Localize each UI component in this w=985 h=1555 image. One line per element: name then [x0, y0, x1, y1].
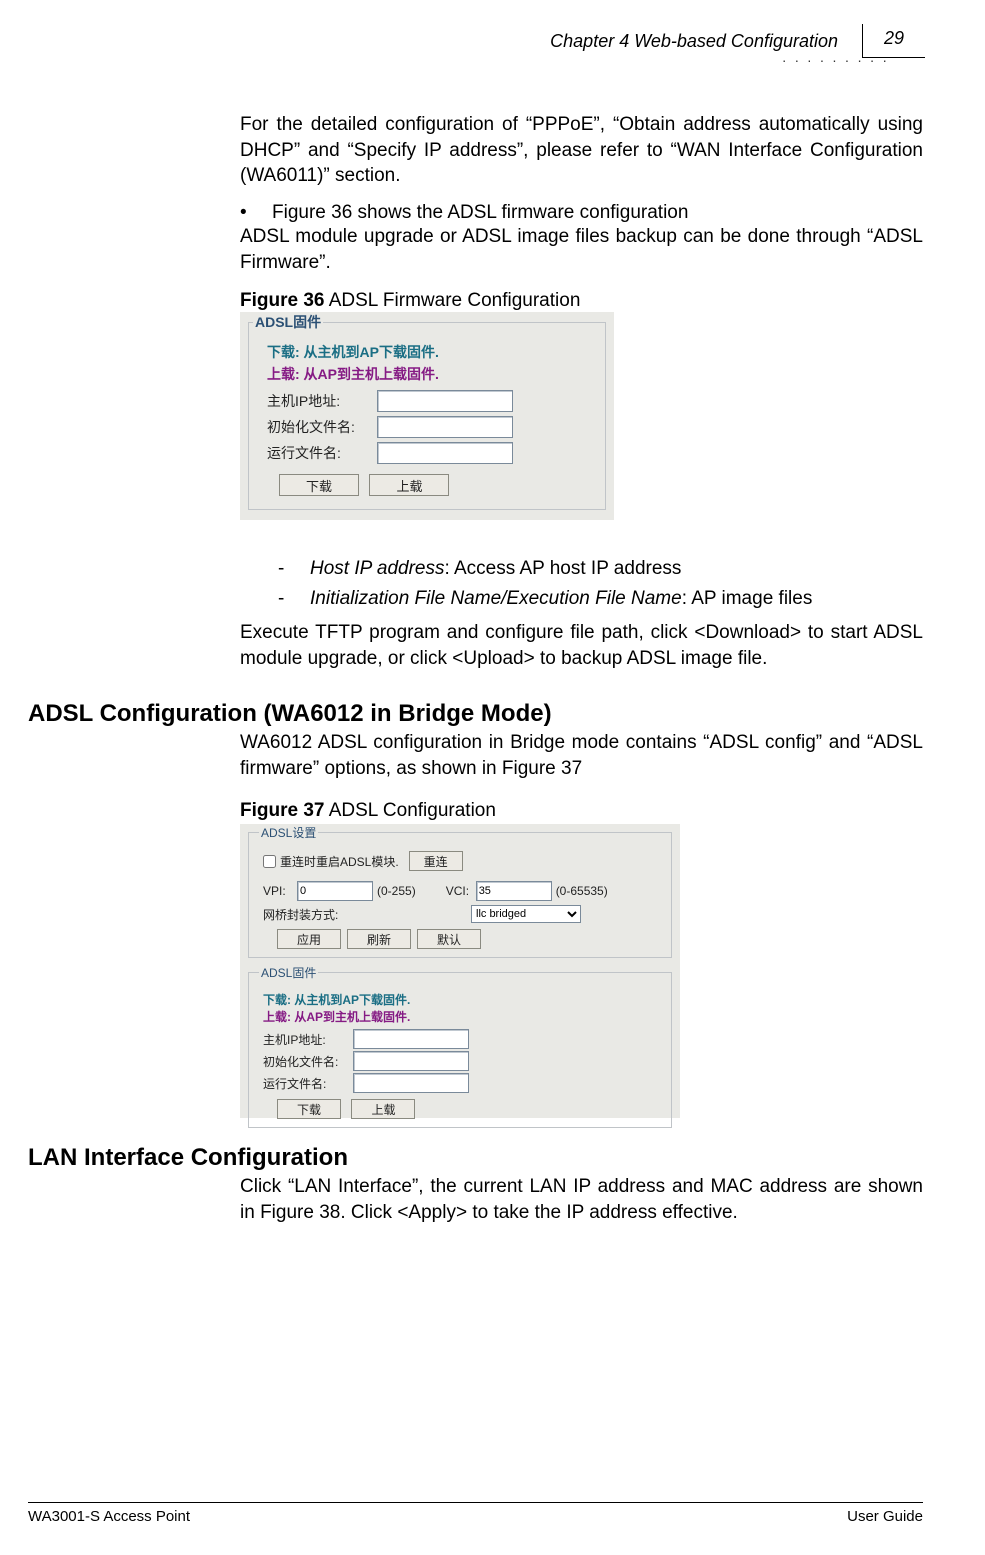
refresh-button[interactable]: 刷新 — [347, 929, 411, 949]
footer-product: WA3001-S Access Point — [28, 1508, 190, 1525]
host-ip-label-2: 主机IP地址: — [263, 1031, 353, 1048]
default-button[interactable]: 默认 — [417, 929, 481, 949]
def-init-file-text: Initialization File Name/Execution File … — [310, 588, 923, 610]
download-button[interactable]: 下载 — [279, 474, 359, 496]
paragraph-tftp: Execute TFTP program and configure file … — [240, 620, 923, 671]
vpi-range: (0-255) — [377, 884, 416, 898]
bullet-figure36-text: Figure 36 shows the ADSL firmware config… — [272, 202, 923, 224]
vpi-input[interactable] — [297, 881, 373, 901]
upload-hint-2: 上载: 从AP到主机上载固件. — [263, 1008, 663, 1025]
figure37-image: ADSL设置 重连时重启ADSL模块. 重连 VPI: (0-255) VCI:… — [240, 824, 680, 1118]
restart-adsl-label: 重连时重启ADSL模块. — [280, 853, 399, 870]
bullet-figure36: • Figure 36 shows the ADSL firmware conf… — [240, 202, 923, 224]
def-host-ip-text: Host IP address: Access AP host IP addre… — [310, 558, 923, 580]
paragraph-lan: Click “LAN Interface”, the current LAN I… — [240, 1174, 923, 1225]
download-button-2[interactable]: 下载 — [277, 1099, 341, 1119]
vpi-label: VPI: — [263, 884, 297, 898]
figure36-image: ADSL固件 下载: 从主机到AP下载固件. 上载: 从AP到主机上载固件. 主… — [240, 312, 614, 520]
bridge-encap-label: 网桥封装方式: — [263, 906, 471, 923]
run-file-input-2[interactable] — [353, 1073, 469, 1093]
init-file-input[interactable] — [377, 416, 513, 438]
host-ip-input[interactable] — [377, 390, 513, 412]
figure37-caption-num: Figure 37 — [240, 800, 324, 821]
def-host-ip: - Host IP address: Access AP host IP add… — [240, 558, 923, 580]
dash-icon: - — [272, 558, 310, 580]
adsl-settings-legend: ADSL设置 — [259, 824, 318, 841]
chapter-title: Chapter 4 Web-based Configuration — [550, 31, 838, 52]
def-init-file: - Initialization File Name/Execution Fil… — [240, 588, 923, 610]
bridge-encap-select[interactable]: llc bridged — [471, 905, 581, 923]
figure37-caption: Figure 37 ADSL Configuration — [240, 800, 923, 822]
run-file-input[interactable] — [377, 442, 513, 464]
adsl-firmware-legend: ADSL固件 — [253, 312, 323, 332]
footer-doctype: User Guide — [847, 1508, 923, 1525]
figure36-caption-num: Figure 36 — [240, 290, 324, 311]
vci-input[interactable] — [476, 881, 552, 901]
run-file-label: 运行文件名: — [267, 443, 377, 463]
run-file-label-2: 运行文件名: — [263, 1075, 353, 1092]
reconnect-button[interactable]: 重连 — [409, 851, 463, 871]
host-ip-label: 主机IP地址: — [267, 391, 377, 411]
init-file-input-2[interactable] — [353, 1051, 469, 1071]
section-lan-heading: LAN Interface Configuration — [28, 1144, 348, 1172]
paragraph-intro: For the detailed configuration of “PPPoE… — [240, 112, 923, 189]
adsl-firmware-fieldset: ADSL固件 下载: 从主机到AP下载固件. 上载: 从AP到主机上载固件. 主… — [248, 312, 606, 510]
dash-icon: - — [272, 588, 310, 610]
figure37-caption-text: ADSL Configuration — [324, 800, 495, 821]
adsl-settings-fieldset: ADSL设置 重连时重启ADSL模块. 重连 VPI: (0-255) VCI:… — [248, 824, 672, 958]
download-hint-2: 下载: 从主机到AP下载固件. — [263, 991, 663, 1008]
paragraph-adsl-bridge: WA6012 ADSL configuration in Bridge mode… — [240, 730, 923, 781]
init-file-label-2: 初始化文件名: — [263, 1053, 353, 1070]
adsl-firmware-legend-2: ADSL固件 — [259, 964, 318, 981]
download-hint: 下载: 从主机到AP下载固件. — [267, 342, 605, 362]
vci-range: (0-65535) — [556, 884, 608, 898]
section-adsl-config-heading: ADSL Configuration (WA6012 in Bridge Mod… — [28, 700, 552, 728]
figure36-caption-text: ADSL Firmware Configuration — [324, 290, 580, 311]
figure36-caption: Figure 36 ADSL Firmware Configuration — [240, 290, 923, 312]
footer-rule — [28, 1502, 923, 1503]
header-decoration: · · · · · · · · · — [782, 52, 889, 68]
adsl-firmware-fieldset-2: ADSL固件 下载: 从主机到AP下载固件. 上载: 从AP到主机上载固件. 主… — [248, 964, 672, 1128]
bullet-dot-icon: • — [240, 202, 272, 224]
upload-hint: 上载: 从AP到主机上载固件. — [267, 364, 605, 384]
vci-label: VCI: — [446, 884, 476, 898]
paragraph-adsl-upgrade: ADSL module upgrade or ADSL image files … — [240, 224, 923, 275]
upload-button[interactable]: 上载 — [369, 474, 449, 496]
apply-button[interactable]: 应用 — [277, 929, 341, 949]
init-file-label: 初始化文件名: — [267, 417, 377, 437]
host-ip-input-2[interactable] — [353, 1029, 469, 1049]
restart-adsl-checkbox[interactable] — [263, 855, 276, 868]
upload-button-2[interactable]: 上载 — [351, 1099, 415, 1119]
